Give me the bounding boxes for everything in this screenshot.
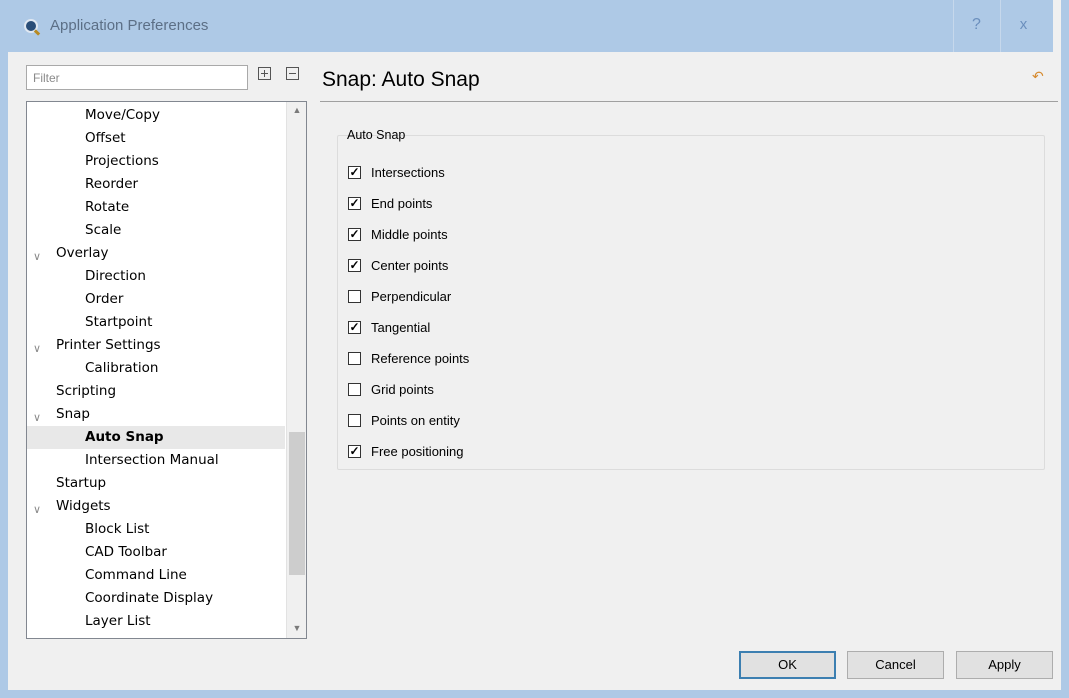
tree-item[interactable]: Projections (27, 150, 285, 173)
option-label: Reference points (371, 351, 470, 366)
tree-item[interactable]: Offset (27, 127, 285, 150)
group-title: Auto Snap (347, 128, 406, 142)
cancel-button[interactable]: Cancel (847, 651, 944, 679)
tree-item[interactable]: ∨ Printer Settings (27, 334, 285, 357)
option-label: End points (371, 196, 433, 211)
tree-item-label: Overlay (56, 245, 109, 261)
option-label: Center points (371, 258, 449, 273)
tree-item[interactable]: ∨ Overlay (27, 242, 285, 265)
tree-item-label: Scripting (56, 383, 117, 399)
option-checkbox[interactable]: ✓ (348, 321, 361, 334)
tree-item[interactable]: Block List (27, 518, 285, 541)
collapse-all-icon[interactable] (286, 67, 299, 80)
apply-button[interactable]: Apply (956, 651, 1053, 679)
tree-item-label: Calibration (85, 360, 159, 376)
settings-tree[interactable]: Move/Copy Offset Projections Reorder Rotate S… (26, 101, 307, 639)
tree-item[interactable]: Startpoint (27, 311, 285, 334)
tree-item-label: Rotate (85, 199, 130, 215)
tree-item[interactable]: Intersection Manual (27, 449, 285, 472)
option-checkbox[interactable] (348, 383, 361, 396)
scroll-up-icon[interactable]: ▲ (287, 102, 306, 119)
option-checkbox[interactable]: ✓ (348, 259, 361, 272)
tree-item[interactable]: Order (27, 288, 285, 311)
filter-input[interactable] (26, 65, 248, 90)
option-checkbox[interactable]: ✓ (348, 166, 361, 179)
tree-item[interactable]: Layer List (27, 610, 285, 633)
option-label: Intersections (371, 165, 445, 180)
tree-item-label: Snap (56, 406, 90, 422)
option-label: Perpendicular (371, 289, 452, 304)
tree-item[interactable]: Coordinate Display (27, 587, 285, 610)
option-checkbox[interactable] (348, 352, 361, 365)
tree-item-label: Projections (85, 153, 159, 169)
undo-icon[interactable]: ↶ (1032, 68, 1048, 84)
option-label: Grid points (371, 382, 434, 397)
tree-item-label: Widgets (56, 498, 111, 514)
window-title: Application Preferences (50, 17, 209, 34)
tree-item[interactable]: Scripting (27, 380, 285, 403)
tree-item-label: Direction (85, 268, 146, 284)
option-checkbox[interactable]: ✓ (348, 197, 361, 210)
option-checkbox[interactable]: ✓ (348, 228, 361, 241)
tree-item[interactable]: Auto Snap (27, 426, 285, 449)
tree-item[interactable]: Calibration (27, 357, 285, 380)
tree-item-label: Scale (85, 222, 122, 238)
help-button[interactable]: ? (953, 0, 999, 52)
option-checkbox[interactable]: ✓ (348, 445, 361, 458)
expand-all-icon[interactable] (258, 67, 271, 80)
title-bar[interactable]: Application Preferences ? x (0, 0, 1053, 52)
tree-item-label: Command Line (85, 567, 187, 583)
option-label: Middle points (371, 227, 448, 242)
app-icon (24, 19, 38, 33)
option-label: Tangential (371, 320, 431, 335)
tree-item[interactable]: ∨ Snap (27, 403, 285, 426)
tree-item[interactable]: Startup (27, 472, 285, 495)
option-checkbox[interactable] (348, 290, 361, 303)
tree-item-label: Layer List (85, 613, 151, 629)
tree-item[interactable]: Command Line (27, 564, 285, 587)
tree-item[interactable]: CAD Toolbar (27, 541, 285, 564)
tree-item-label: Offset (85, 130, 126, 146)
close-button[interactable]: x (1000, 0, 1046, 52)
tree-item-label: Reorder (85, 176, 139, 192)
tree-item-label: Block List (85, 521, 150, 537)
title-divider (320, 101, 1058, 102)
tree-item[interactable]: Move/Copy (27, 104, 285, 127)
tree-item-label: Order (85, 291, 124, 307)
tree-item-label: Startpoint (85, 314, 153, 330)
scroll-thumb[interactable] (289, 432, 305, 575)
tree-item-label: Move/Copy (85, 107, 160, 123)
option-label: Points on entity (371, 413, 460, 428)
tree-item-label: Intersection Manual (85, 452, 219, 468)
page-title: Snap: Auto Snap (322, 68, 480, 91)
tree-item-label: Auto Snap (85, 429, 164, 445)
tree-item-label: Coordinate Display (85, 590, 214, 606)
scroll-down-icon[interactable]: ▼ (287, 620, 306, 637)
tree-item[interactable]: Scale (27, 219, 285, 242)
tree-item-label: Printer Settings (56, 337, 161, 353)
tree-item-label: Startup (56, 475, 107, 491)
tree-scrollbar[interactable]: ▲ ▼ (286, 102, 306, 638)
ok-button[interactable]: OK (739, 651, 836, 679)
tree-item[interactable]: Reorder (27, 173, 285, 196)
tree-item[interactable]: Direction (27, 265, 285, 288)
tree-item[interactable]: Rotate (27, 196, 285, 219)
option-checkbox[interactable] (348, 414, 361, 427)
tree-item[interactable]: ∨ Widgets (27, 495, 285, 518)
option-label: Free positioning (371, 444, 464, 459)
tree-item-label: CAD Toolbar (85, 544, 167, 560)
